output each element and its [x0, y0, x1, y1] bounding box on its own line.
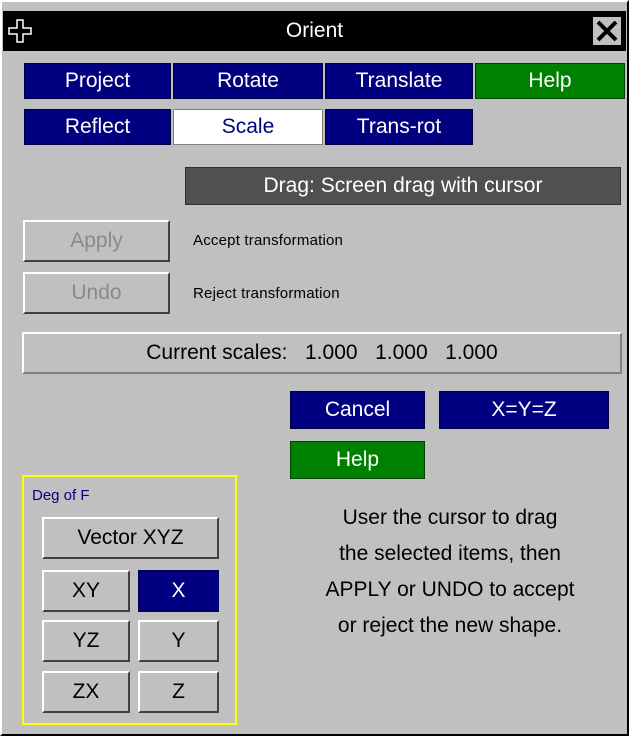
dof-zx-button[interactable]: ZX: [42, 671, 130, 713]
current-scales-label: Current scales:: [146, 341, 288, 364]
apply-button[interactable]: Apply: [23, 220, 170, 262]
instruction-line: or reject the new shape.: [337, 614, 563, 637]
instruction-line: APPLY or UNDO to accept: [325, 578, 575, 601]
close-icon[interactable]: [593, 17, 621, 45]
scale-z-value: 1.000: [445, 341, 498, 364]
current-scales-display: Current scales: 1.000 1.000 1.000: [22, 332, 622, 374]
tab-scale[interactable]: Scale: [173, 109, 323, 145]
undo-button[interactable]: Undo: [23, 272, 170, 314]
dof-z-button[interactable]: Z: [138, 671, 219, 713]
tab-reflect[interactable]: Reflect: [24, 109, 171, 145]
tab-rotate[interactable]: Rotate: [173, 63, 323, 99]
dof-x-button[interactable]: X: [138, 570, 219, 612]
drag-mode-button[interactable]: Drag: Screen drag with cursor: [185, 167, 621, 205]
tab-help[interactable]: Help: [475, 63, 625, 99]
help-button[interactable]: Help: [290, 441, 425, 479]
dof-title: Deg of F: [32, 487, 90, 504]
scale-y-value: 1.000: [375, 341, 428, 364]
dof-yz-button[interactable]: YZ: [42, 620, 130, 662]
cancel-button[interactable]: Cancel: [290, 391, 425, 429]
undo-description: Reject transformation: [193, 285, 340, 302]
apply-description: Accept transformation: [193, 232, 344, 249]
instruction-line: the selected items, then: [339, 542, 561, 565]
dof-y-button[interactable]: Y: [138, 620, 219, 662]
window-title: Orient: [285, 19, 344, 42]
instructions-text: User the cursor to drag the selected ite…: [280, 500, 620, 644]
title-bar[interactable]: Orient: [3, 11, 626, 51]
instruction-line: User the cursor to drag: [342, 506, 558, 529]
tab-project[interactable]: Project: [24, 63, 171, 99]
tab-trans-rot[interactable]: Trans-rot: [325, 109, 473, 145]
scale-x-value: 1.000: [305, 341, 358, 364]
tab-translate[interactable]: Translate: [325, 63, 473, 99]
dof-vector-xyz-button[interactable]: Vector XYZ: [42, 517, 219, 559]
dof-xy-button[interactable]: XY: [42, 570, 130, 612]
xyz-equal-button[interactable]: X=Y=Z: [439, 391, 609, 429]
